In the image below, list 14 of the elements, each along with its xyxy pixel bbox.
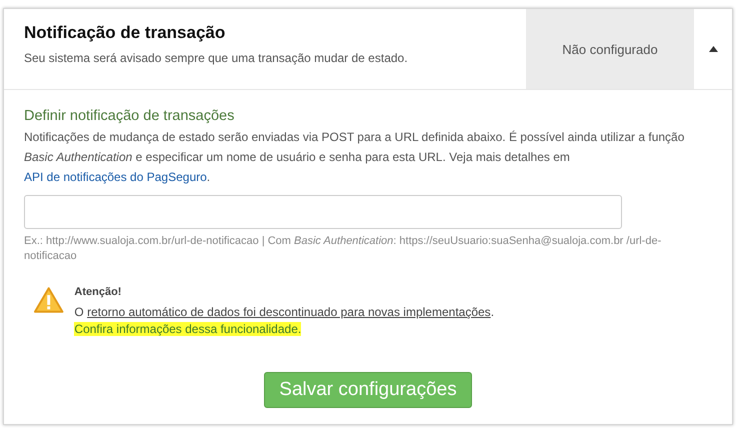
- url-hint: Ex.: http://www.sualoja.com.br/url-de-notificacao | Com Basic Authentication: https://seuUsuario:suaSenha@sualoja.com.br /url-de-notificacao: [24, 234, 662, 264]
- api-link[interactable]: API de notificações do PagSeguro: [24, 170, 207, 184]
- status-label: Não configurado: [526, 9, 694, 89]
- section-description: Notificações de mudança de estado serão enviadas via POST para a URL definida abaixo. É possível ainda utilizar a função Basic Authentication e especificar um nome de usuário e senha para esta URL. Veja mais detalhes em API de notificações do PagSeguro.: [24, 129, 686, 186]
- section-heading: Definir notificação de transações: [24, 108, 236, 124]
- caret-icon[interactable]: [708, 46, 718, 52]
- url-field[interactable]: [24, 195, 622, 229]
- panel-title: Notificação de transação: [24, 23, 226, 43]
- info-link[interactable]: Confira informações dessa funcionalidade.: [74, 322, 302, 336]
- alert-title: Atenção!: [74, 286, 122, 298]
- warning-icon: [33, 286, 64, 314]
- discontinued-link[interactable]: retorno automático de dados foi descontinuado para novas implementações: [87, 305, 491, 319]
- panel-subtitle: Seu sistema será avisado sempre que uma transação mudar de estado.: [24, 51, 409, 65]
- alert-message: O retorno automático de dados foi descontinuado para novas implementações. Confira informações dessa funcionalidade.: [74, 304, 496, 338]
